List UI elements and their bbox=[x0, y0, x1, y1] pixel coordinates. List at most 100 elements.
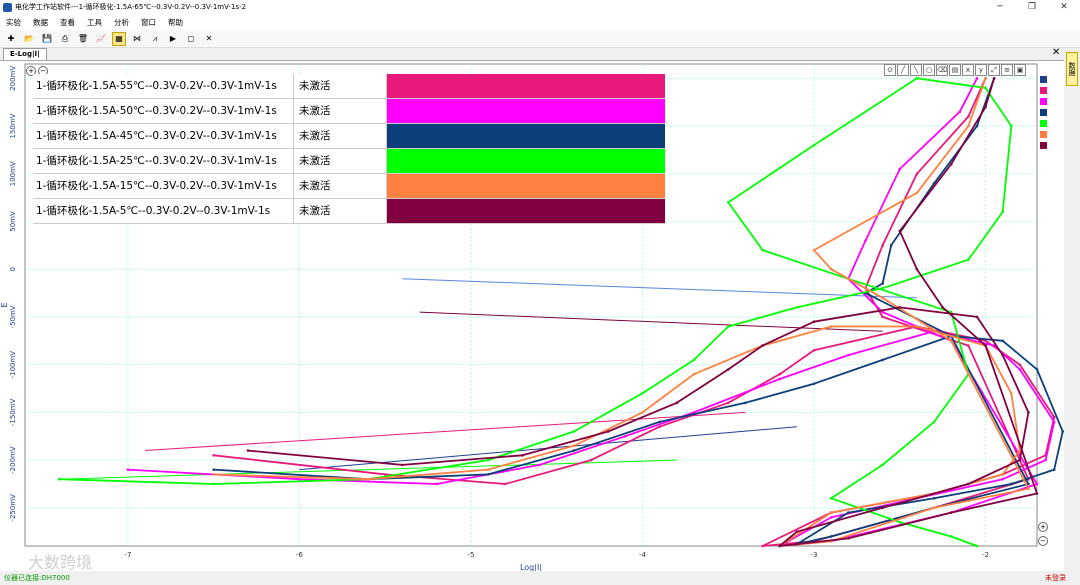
legend-color-swatch[interactable] bbox=[387, 149, 665, 173]
legend-color-swatch[interactable] bbox=[387, 199, 665, 223]
data-point bbox=[744, 401, 747, 405]
axis-x-icon[interactable]: x bbox=[962, 64, 974, 76]
line-tool-icon[interactable]: ╱ bbox=[897, 64, 909, 76]
legend-series-name: 1-循环极化-1.5A-5℃--0.3V-0.2V--0.3V-1mV-1s bbox=[33, 199, 294, 223]
legend-row[interactable]: 1-循环极化-1.5A-25℃--0.3V-0.2V--0.3V-1mV-1s 未… bbox=[33, 149, 665, 174]
run-icon[interactable]: ▶ bbox=[166, 32, 180, 46]
data-panel-tab[interactable]: 数据 bbox=[1066, 52, 1078, 86]
tab-e-log-i[interactable]: E-Log|I| bbox=[3, 48, 47, 60]
legend-row[interactable]: 1-循环极化-1.5A-50℃--0.3V-0.2V--0.3V-1mV-1s 未… bbox=[33, 99, 665, 124]
series-swatch[interactable] bbox=[1040, 87, 1047, 94]
menu-item-2[interactable]: 查看 bbox=[54, 17, 81, 28]
data-point bbox=[864, 239, 867, 242]
layout-icon[interactable]: ≡ bbox=[1001, 64, 1013, 76]
data-point bbox=[1027, 487, 1030, 491]
menu-bar: 实验 数据 查看 工具 分析 窗口 帮助 bbox=[0, 14, 1080, 30]
legend-color-swatch[interactable] bbox=[387, 99, 665, 123]
y-tick-label: -50mV bbox=[9, 305, 17, 328]
stop-icon[interactable]: ◻ bbox=[184, 32, 198, 46]
menu-item-1[interactable]: 数据 bbox=[27, 17, 54, 28]
data-point bbox=[958, 110, 962, 114]
data-point bbox=[889, 244, 893, 247]
menu-item-4[interactable]: 分析 bbox=[108, 17, 135, 28]
y-tick-label: -100mV bbox=[9, 351, 17, 379]
save-plot-icon[interactable]: ▣ bbox=[1014, 64, 1026, 76]
series-swatch[interactable] bbox=[1040, 109, 1047, 116]
data-point bbox=[726, 201, 730, 204]
slope-tool-icon[interactable]: ╲ bbox=[910, 64, 922, 76]
data-point bbox=[58, 477, 61, 481]
legend-color-swatch[interactable] bbox=[387, 174, 665, 198]
close-icon[interactable]: ✕ bbox=[202, 32, 216, 46]
series-swatch[interactable] bbox=[1040, 142, 1047, 149]
data-point bbox=[572, 444, 576, 448]
axis-y-icon[interactable]: y bbox=[975, 64, 987, 76]
print-plot-icon[interactable]: ▤ bbox=[949, 64, 961, 76]
toolbar: ✚ 📂 💾 ⎙ 🗑 📈 ▦ ⋈ ⩘ ▶ ◻ ✕ bbox=[0, 30, 1080, 48]
data-point bbox=[606, 430, 610, 433]
fit-icon[interactable]: ⤢ bbox=[988, 64, 1000, 76]
plot-area[interactable]: -7 -6 -5 -4 -3 -2 -250mV -200mV -150mV -100mV -50m… bbox=[0, 60, 1064, 572]
circle-tool-icon[interactable]: ○ bbox=[923, 64, 935, 76]
data-point bbox=[778, 372, 782, 376]
data-point bbox=[967, 258, 970, 261]
maximize-button[interactable]: ❐ bbox=[1016, 0, 1048, 14]
data-point bbox=[881, 315, 884, 319]
data-point bbox=[881, 358, 884, 362]
data-point bbox=[829, 516, 833, 519]
data-point bbox=[212, 473, 215, 476]
legend-row[interactable]: 1-循环极化-1.5A-45℃--0.3V-0.2V--0.3V-1mV-1s 未… bbox=[33, 124, 665, 149]
new-icon[interactable]: ✚ bbox=[4, 32, 18, 46]
filter-icon[interactable]: ⩘ bbox=[148, 32, 162, 46]
data-point bbox=[1027, 411, 1030, 414]
zoom-in-button-bottom[interactable]: + bbox=[1038, 522, 1048, 532]
save-icon[interactable]: 💾 bbox=[40, 32, 54, 46]
compare-icon[interactable]: ⋈ bbox=[130, 32, 144, 46]
data-point bbox=[881, 286, 884, 290]
open-icon[interactable]: 📂 bbox=[22, 32, 36, 46]
data-point bbox=[761, 544, 764, 548]
close-tab-button[interactable]: ✕ bbox=[1052, 47, 1060, 58]
legend-color-swatch[interactable] bbox=[387, 74, 665, 98]
print-icon[interactable]: ⎙ bbox=[58, 32, 72, 46]
menu-item-6[interactable]: 帮助 bbox=[162, 17, 189, 28]
legend-series-status: 未激活 bbox=[294, 124, 387, 148]
data-point bbox=[589, 458, 593, 462]
y-tick-label: 200mV bbox=[9, 66, 17, 91]
menu-item-3[interactable]: 工具 bbox=[81, 17, 108, 28]
erase-tool-icon[interactable]: ⌫ bbox=[936, 64, 948, 76]
data-point bbox=[829, 535, 833, 538]
legend-row[interactable]: 1-循环极化-1.5A-15℃--0.3V-0.2V--0.3V-1mV-1s 未… bbox=[33, 174, 665, 199]
series-swatch[interactable] bbox=[1040, 76, 1047, 83]
zoom-out-button-bottom[interactable]: − bbox=[1038, 536, 1048, 546]
data-point bbox=[1009, 482, 1013, 486]
legend-row[interactable]: 1-循环极化-1.5A-55℃--0.3V-0.2V--0.3V-1mV-1s 未… bbox=[33, 74, 665, 99]
data-point bbox=[915, 172, 919, 176]
chart-icon[interactable]: 📈 bbox=[94, 32, 108, 46]
legend-row[interactable]: 1-循环极化-1.5A-5℃--0.3V-0.2V--0.3V-1mV-1s 未激… bbox=[33, 199, 665, 224]
close-window-button[interactable]: ✕ bbox=[1048, 0, 1080, 14]
delete-icon[interactable]: 🗑 bbox=[76, 32, 90, 46]
x-tick-label: -3 bbox=[811, 551, 818, 559]
data-point bbox=[761, 344, 764, 347]
data-point bbox=[1035, 492, 1039, 495]
table-icon[interactable]: ▦ bbox=[112, 31, 126, 46]
series-swatch[interactable] bbox=[1040, 120, 1047, 127]
legend-color-swatch[interactable] bbox=[387, 124, 665, 148]
connection-status: 仪器已连接:DH7000 bbox=[4, 574, 70, 582]
series-swatch[interactable] bbox=[1040, 131, 1047, 138]
y-tick-label: -200mV bbox=[9, 446, 17, 474]
minimize-button[interactable]: ─ bbox=[984, 0, 1016, 14]
data-point bbox=[641, 391, 644, 395]
data-point bbox=[881, 244, 884, 247]
menu-item-5[interactable]: 窗口 bbox=[135, 17, 162, 28]
data-point bbox=[915, 191, 919, 195]
data-point bbox=[503, 482, 507, 486]
series-swatch[interactable] bbox=[1040, 98, 1047, 105]
data-point bbox=[298, 477, 301, 481]
cursor-tool-icon[interactable]: ⊙ bbox=[884, 64, 896, 76]
data-point bbox=[1009, 124, 1013, 128]
menu-item-0[interactable]: 实验 bbox=[0, 17, 27, 28]
data-point bbox=[829, 325, 833, 328]
data-point bbox=[486, 458, 490, 462]
